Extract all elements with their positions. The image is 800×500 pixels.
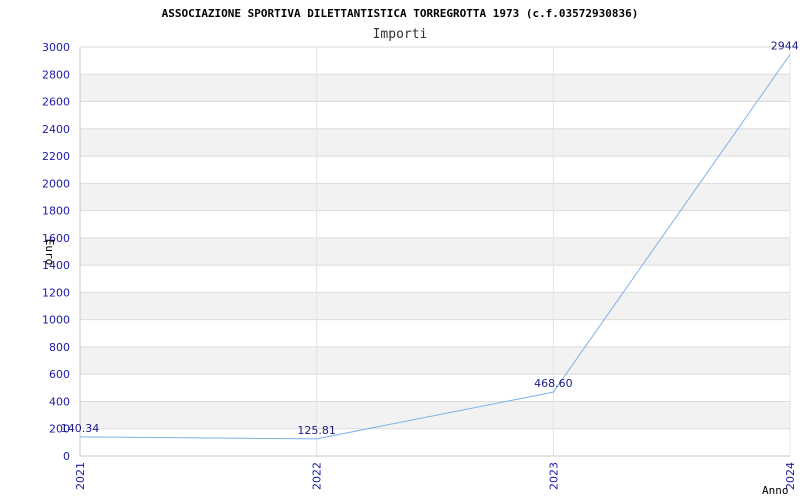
y-tick-label: 1200 (42, 286, 70, 299)
y-tick-label: 600 (49, 368, 70, 381)
y-tick-label: 1800 (42, 205, 70, 218)
grid-band (80, 74, 790, 102)
y-axis-label: Euro (43, 239, 56, 266)
y-tick-label: 2000 (42, 177, 70, 190)
y-tick-label: 800 (49, 341, 70, 354)
x-tick-labels: 2021 2022 2023 2024 (74, 462, 797, 490)
grid-band (80, 237, 790, 266)
data-label: 468.60 (534, 377, 573, 390)
chart: 0200400600800100012001400160018002000220… (42, 7, 800, 497)
y-tick-label: 2800 (42, 68, 70, 81)
y-tick-label: 2200 (42, 150, 70, 163)
chart-subtitle: Importi (373, 27, 428, 42)
y-tick-label: 2400 (42, 123, 70, 136)
y-tick-label: 1000 (42, 314, 70, 327)
x-tick-label: 2023 (547, 462, 560, 490)
chart-title: ASSOCIAZIONE SPORTIVA DILETTANTISTICA TO… (162, 7, 639, 20)
data-label: 2944.6 (771, 40, 800, 53)
y-tick-label: 2600 (42, 96, 70, 109)
x-axis-label: Anno (762, 484, 789, 497)
x-tick-label: 2022 (311, 462, 324, 490)
data-label: 140.34 (61, 422, 100, 435)
grid-band (80, 128, 790, 157)
y-tick-label: 0 (63, 450, 70, 463)
grid-band (80, 292, 790, 320)
y-tick-label: 400 (49, 395, 70, 408)
grid-band (80, 346, 790, 375)
x-tick-label: 2021 (74, 462, 87, 490)
background-bands (80, 74, 790, 429)
data-label: 125.81 (297, 424, 336, 437)
y-tick-label: 3000 (42, 41, 70, 54)
